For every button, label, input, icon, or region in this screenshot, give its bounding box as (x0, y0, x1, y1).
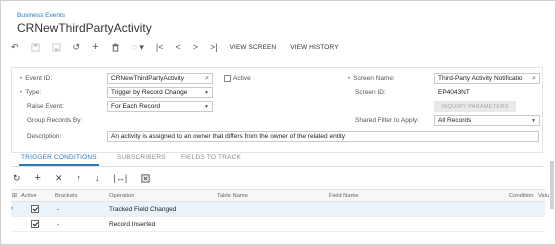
chevron-down-icon: ▼ (204, 90, 209, 96)
copy-paste-icon[interactable]: ◌ ▾ (132, 41, 144, 53)
raise-event-value: For Each Record (111, 103, 161, 110)
screen-id-label: Screen ID: (355, 89, 386, 96)
type-label: Type: (20, 89, 41, 96)
shared-filter-value: All Records (438, 117, 472, 124)
page-title: CRNewThirdPartyActivity (17, 21, 152, 35)
column-operation[interactable]: Operation (109, 193, 134, 199)
row-active-checkbox[interactable] (31, 205, 39, 213)
column-brackets[interactable]: Brackets (55, 193, 78, 199)
previous-record-icon[interactable]: < (176, 41, 181, 53)
tab-fields-to-track[interactable]: FIELDS TO TRACK (181, 154, 241, 161)
row-operation[interactable]: Tracked Field Changed (109, 206, 176, 213)
type-value: Trigger by Record Change (111, 89, 188, 96)
grid-toolbar: ↻ + ✕ ↑ ↓ |↔| (13, 172, 164, 184)
screen-name-label: Screen Name: (348, 75, 395, 82)
screen-name-field[interactable]: Third-Party Activity Notificatio ⌕ (434, 73, 540, 84)
view-history-button[interactable]: VIEW HISTORY (290, 41, 338, 53)
add-icon[interactable]: + (35, 172, 41, 184)
column-value[interactable]: Valu (538, 193, 549, 199)
inquiry-parameters-button[interactable]: INQUIRY PARAMETERS (434, 101, 516, 112)
chevron-down-icon: ▼ (204, 104, 209, 110)
search-icon[interactable]: ⌕ (532, 75, 536, 83)
search-icon[interactable]: ⌕ (205, 75, 209, 83)
breadcrumb[interactable]: Business Events (17, 12, 65, 19)
row-brackets[interactable]: - (57, 206, 59, 213)
tab-subscribers[interactable]: SUBSCRIBERS (117, 154, 166, 161)
raise-event-select[interactable]: For Each Record ▼ (107, 101, 213, 112)
column-condition[interactable]: Condition (509, 193, 534, 199)
next-record-icon[interactable]: > (193, 41, 198, 53)
app-window: Business Events CRNewThirdPartyActivity … (0, 0, 556, 245)
grid-header: ⊞ Active Brackets Operation Table Name F… (11, 189, 549, 202)
event-id-label: Event ID: (20, 75, 52, 82)
active-checkbox[interactable] (224, 75, 231, 82)
type-select[interactable]: Trigger by Record Change ▼ (107, 87, 213, 98)
trigger-conditions-grid: ⊞ Active Brackets Operation Table Name F… (11, 189, 549, 232)
group-records-label: Group Records By: (27, 117, 83, 124)
row-pointer-icon: › (11, 205, 14, 212)
active-label: Active (233, 75, 251, 82)
main-toolbar: ↶ ↺ + ◌ ▾ |< < > >| VIEW SCREEN VIEW HIS… (11, 41, 353, 53)
raise-event-label: Raise Event: (27, 103, 64, 110)
last-record-icon[interactable]: >| (210, 41, 218, 53)
save-close-icon[interactable] (51, 41, 61, 53)
column-field-name[interactable]: Field Name (329, 193, 359, 199)
description-label: Description: (27, 133, 62, 140)
undo-icon[interactable]: ↶ (11, 41, 19, 53)
screen-id-value: EP4043NT (438, 89, 470, 96)
description-value: An activity is assigned to an owner that… (111, 133, 346, 140)
row-active-checkbox[interactable] (31, 220, 39, 228)
table-row[interactable]: › - Tracked Field Changed (11, 202, 545, 217)
event-id-field[interactable]: CRNewThirdPartyActivity ⌕ (107, 73, 213, 84)
fit-columns-icon[interactable]: |↔| (114, 173, 128, 183)
column-table-name[interactable]: Table Name (217, 193, 248, 199)
shared-filter-select[interactable]: All Records ▼ (434, 115, 540, 126)
row-operation[interactable]: Record Inserted (109, 221, 155, 228)
row-brackets[interactable]: - (57, 221, 59, 228)
summary-form: Event ID: CRNewThirdPartyActivity ⌕ Acti… (11, 67, 543, 153)
view-screen-button[interactable]: VIEW SCREEN (230, 41, 277, 53)
delete-icon[interactable] (111, 41, 120, 53)
cancel-changes-icon[interactable]: ↺ (73, 41, 81, 53)
column-settings-icon[interactable]: ⊞ (12, 193, 17, 199)
tab-trigger-conditions[interactable]: TRIGGER CONDITIONS (19, 154, 99, 166)
save-icon[interactable] (30, 41, 40, 53)
export-excel-icon[interactable] (141, 173, 150, 183)
table-row[interactable]: - Record Inserted (11, 217, 545, 232)
column-active[interactable]: Active (21, 193, 37, 199)
first-record-icon[interactable]: |< (156, 41, 164, 53)
add-icon[interactable]: + (92, 41, 98, 53)
tab-bar: TRIGGER CONDITIONS SUBSCRIBERS FIELDS TO… (11, 151, 543, 167)
shared-filter-label: Shared Filter to Apply: (355, 117, 419, 124)
arrow-down-icon[interactable]: ↓ (95, 173, 100, 183)
arrow-up-icon[interactable]: ↑ (77, 173, 82, 183)
event-id-value: CRNewThirdPartyActivity (111, 75, 184, 82)
screen-name-value: Third-Party Activity Notificatio (438, 75, 523, 82)
vertical-scrollbar[interactable] (550, 161, 554, 209)
close-icon[interactable]: ✕ (55, 173, 63, 184)
chevron-down-icon: ▼ (531, 118, 536, 124)
refresh-icon[interactable]: ↻ (13, 173, 21, 184)
description-field[interactable]: An activity is assigned to an owner that… (107, 131, 539, 142)
